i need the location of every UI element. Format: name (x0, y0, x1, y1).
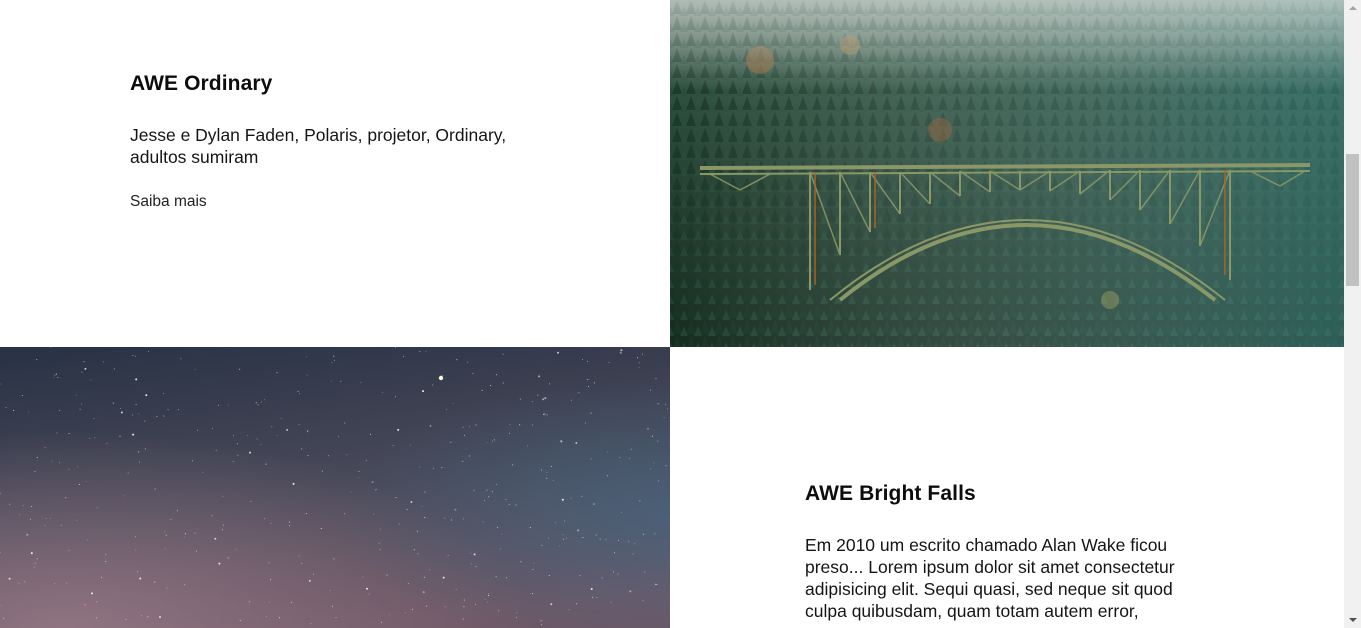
card-ordinary-text: AWE Ordinary Jesse e Dylan Faden, Polari… (0, 0, 670, 347)
night-sky-stars-photo (0, 347, 670, 628)
page: AWE Ordinary Jesse e Dylan Faden, Polari… (0, 0, 1344, 628)
vertical-scrollbar[interactable] (1344, 0, 1361, 628)
forest-bridge-photo (670, 0, 1344, 347)
scrollbar-thumb[interactable] (1346, 154, 1359, 286)
card-bright-falls-text: AWE Bright Falls Em 2010 um escrito cham… (670, 347, 1344, 628)
saiba-mais-link[interactable]: Saiba mais (130, 193, 207, 211)
card-title: AWE Ordinary (130, 72, 273, 95)
scroll-up-arrow-icon[interactable] (1344, 0, 1361, 17)
scroll-down-arrow-icon[interactable] (1344, 611, 1361, 628)
card-title: AWE Bright Falls (805, 482, 976, 505)
card-description: Em 2010 um escrito chamado Alan Wake fic… (805, 535, 1175, 621)
card-description: Jesse e Dylan Faden, Polaris, projetor, … (130, 125, 507, 167)
